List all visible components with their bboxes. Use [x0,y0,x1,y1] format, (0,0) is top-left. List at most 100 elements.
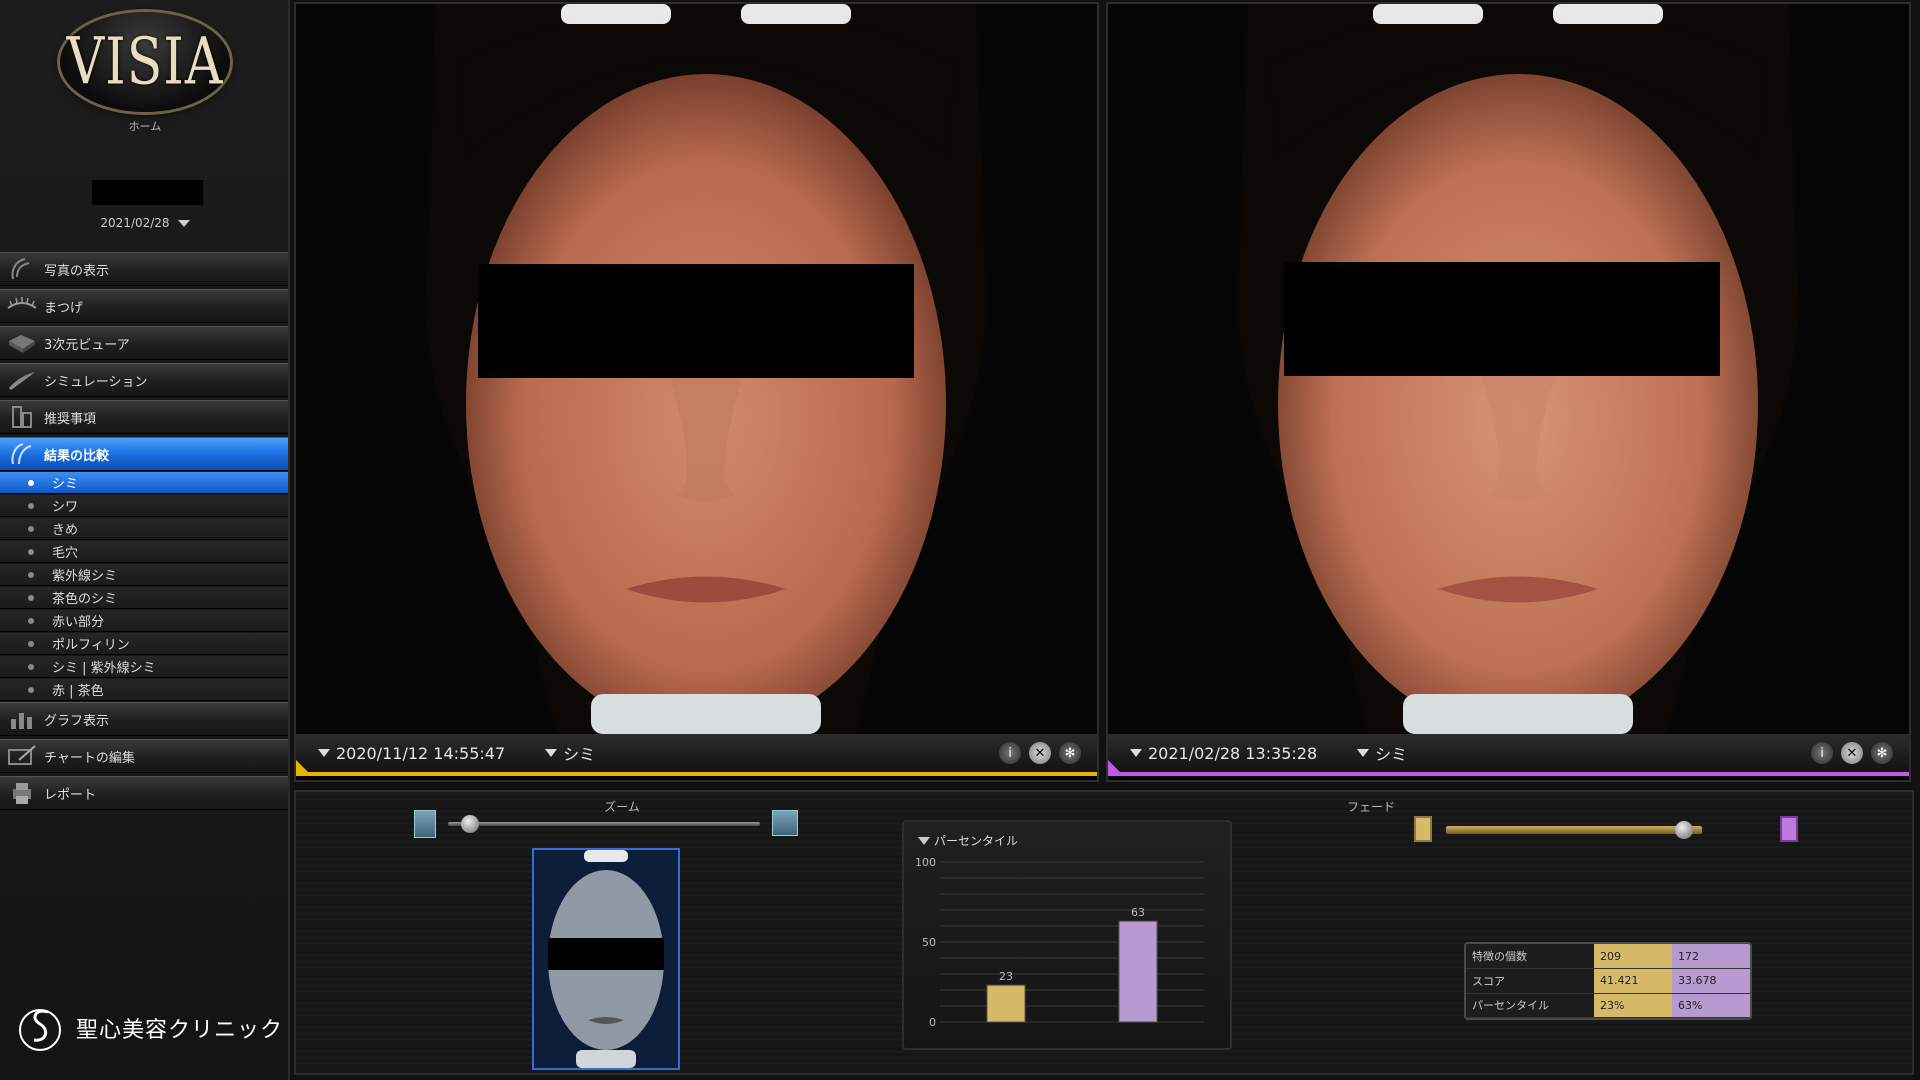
nav-chart-edit[interactable]: チャートの編集 [0,739,288,773]
capture-datetime[interactable]: 2020/11/12 14:55:47 [336,744,505,763]
nav-simulation[interactable]: シミュレーション [0,363,288,397]
table-row: パーセンタイル 23% 63% [1466,993,1750,1018]
nav-report[interactable]: レポート [0,776,288,810]
sub-item-label: 赤 | 茶色 [52,684,104,699]
caret-down-icon [545,749,558,757]
before-swatch-icon[interactable] [1414,816,1432,842]
stat-label: パーセンタイル [1466,993,1594,1018]
nav-lashes[interactable]: まつげ [0,289,288,323]
sub-item[interactable]: 赤 | 茶色 [0,679,288,701]
photo-panel-before: 2020/11/12 14:55:47 シミ i ✕ ✻ [294,2,1099,782]
stat-after: 172 [1672,944,1750,969]
visia-logo[interactable]: VISIA [60,12,230,112]
checklist-icon [0,400,44,434]
zoom-out-face-icon[interactable] [414,810,436,838]
edit-pen-icon [0,739,44,773]
stats-table: 特徴の個数 209 172 スコア 41.421 33.678 パーセンタイル 23% 63… [1464,942,1752,1020]
table-row: 特徴の個数 209 172 [1466,944,1750,969]
fade-slider-track[interactable] [1446,826,1702,834]
clinic-name: 聖心美容クリニック [76,1018,284,1043]
info-icon[interactable]: i [1811,742,1833,764]
nav-label: 推奨事項 [44,411,97,427]
bullet-icon [28,502,34,509]
sub-item-label: シワ [52,500,79,515]
brush-icon [0,363,44,397]
zoom-in-eye-icon[interactable] [772,810,798,836]
nav-label: 写真の表示 [44,263,110,279]
sub-item[interactable]: 紫外線シミ [0,564,288,586]
logo-text: VISIA [66,24,224,100]
photo-caption-after: 2021/02/28 13:35:28 シミ i ✕ ✻ [1108,734,1909,772]
zoom-slider-knob[interactable] [460,815,479,833]
nav-label: シミュレーション [44,374,148,390]
printer-icon [0,776,44,810]
sub-item-label: きめ [52,523,79,538]
bullet-icon [28,663,34,670]
face-photo-before[interactable] [296,4,1097,734]
caret-down-icon [1357,749,1370,757]
sub-item[interactable]: シミ | 紫外線シミ [0,656,288,678]
bullet-icon [28,479,34,486]
sub-item[interactable]: きめ [0,518,288,540]
mode-label: シミ [563,745,596,764]
face-profile-icon [0,252,44,286]
chart-bar [1118,920,1158,1023]
chart-data-label: 63 [1131,906,1145,919]
close-icon[interactable]: ✕ [1841,742,1863,764]
face-photo-after[interactable] [1108,4,1909,734]
sub-item[interactable]: 毛穴 [0,541,288,563]
stat-label: スコア [1466,968,1594,994]
session-date-select[interactable]: 2021/02/28 [0,216,290,230]
sub-item[interactable]: 茶色のシミ [0,587,288,609]
bullet-icon [28,571,34,578]
image-navigator[interactable] [532,848,680,1070]
sub-item[interactable]: シワ [0,495,288,517]
caret-down-icon[interactable] [318,749,330,757]
nav-3d-viewer[interactable]: 3次元ビューア [0,326,288,360]
eye-redaction-bar [1284,262,1720,376]
nav-recommendations[interactable]: 推奨事項 [0,400,288,434]
capture-datetime[interactable]: 2021/02/28 13:35:28 [1148,744,1317,763]
eyelash-icon [0,289,44,323]
settings-wheel-icon[interactable]: ✻ [1871,742,1893,764]
sub-item-label: 赤い部分 [52,615,105,630]
chart-plot: 0 50 100 23 63 [915,856,1204,1029]
fade-slider-knob[interactable] [1675,821,1694,839]
sub-item-label: 紫外線シミ [52,569,118,584]
session-date-value: 2021/02/28 [100,216,170,230]
chart-bar [986,984,1026,1023]
stat-before: 209 [1594,944,1672,969]
sub-item[interactable]: ポルフィリン [0,633,288,655]
nav-label: まつげ [44,300,84,316]
mode-select[interactable]: シミ [1357,741,1407,765]
home-label[interactable]: ホーム [0,118,290,134]
bullet-icon [28,686,34,693]
sub-item[interactable]: 赤い部分 [0,610,288,632]
sub-item-label: シミ [52,477,79,492]
nav-label: レポート [44,787,97,803]
mode-label: シミ [1375,745,1408,764]
sub-item-label: シミ | 紫外線シミ [52,661,156,676]
sub-item[interactable]: シミ [0,472,288,494]
mode-select[interactable]: シミ [545,741,595,765]
nav-photo-view[interactable]: 写真の表示 [0,252,288,286]
nav-graph-view[interactable]: グラフ表示 [0,702,288,736]
3d-cube-icon [0,326,44,360]
close-icon[interactable]: ✕ [1029,742,1051,764]
nav-label: 結果の比較 [44,448,110,464]
nav-compare-results[interactable]: 結果の比較 [0,437,288,471]
after-swatch-icon[interactable] [1780,816,1798,842]
bullet-icon [28,525,34,532]
zoom-slider-track[interactable] [448,822,760,826]
panel-accent-line [296,772,1097,776]
settings-wheel-icon[interactable]: ✻ [1059,742,1081,764]
caret-down-icon[interactable] [1130,749,1142,757]
fade-label: フェード [1346,800,1395,814]
nav-label: チャートの編集 [44,750,135,766]
table-row: スコア 41.421 33.678 [1466,968,1750,994]
info-icon[interactable]: i [999,742,1021,764]
chart-y-tick-label: 100 [915,856,936,869]
panel-accent-line [1108,772,1909,776]
eye-redaction-bar [478,264,914,378]
patient-name-redacted [92,180,203,205]
